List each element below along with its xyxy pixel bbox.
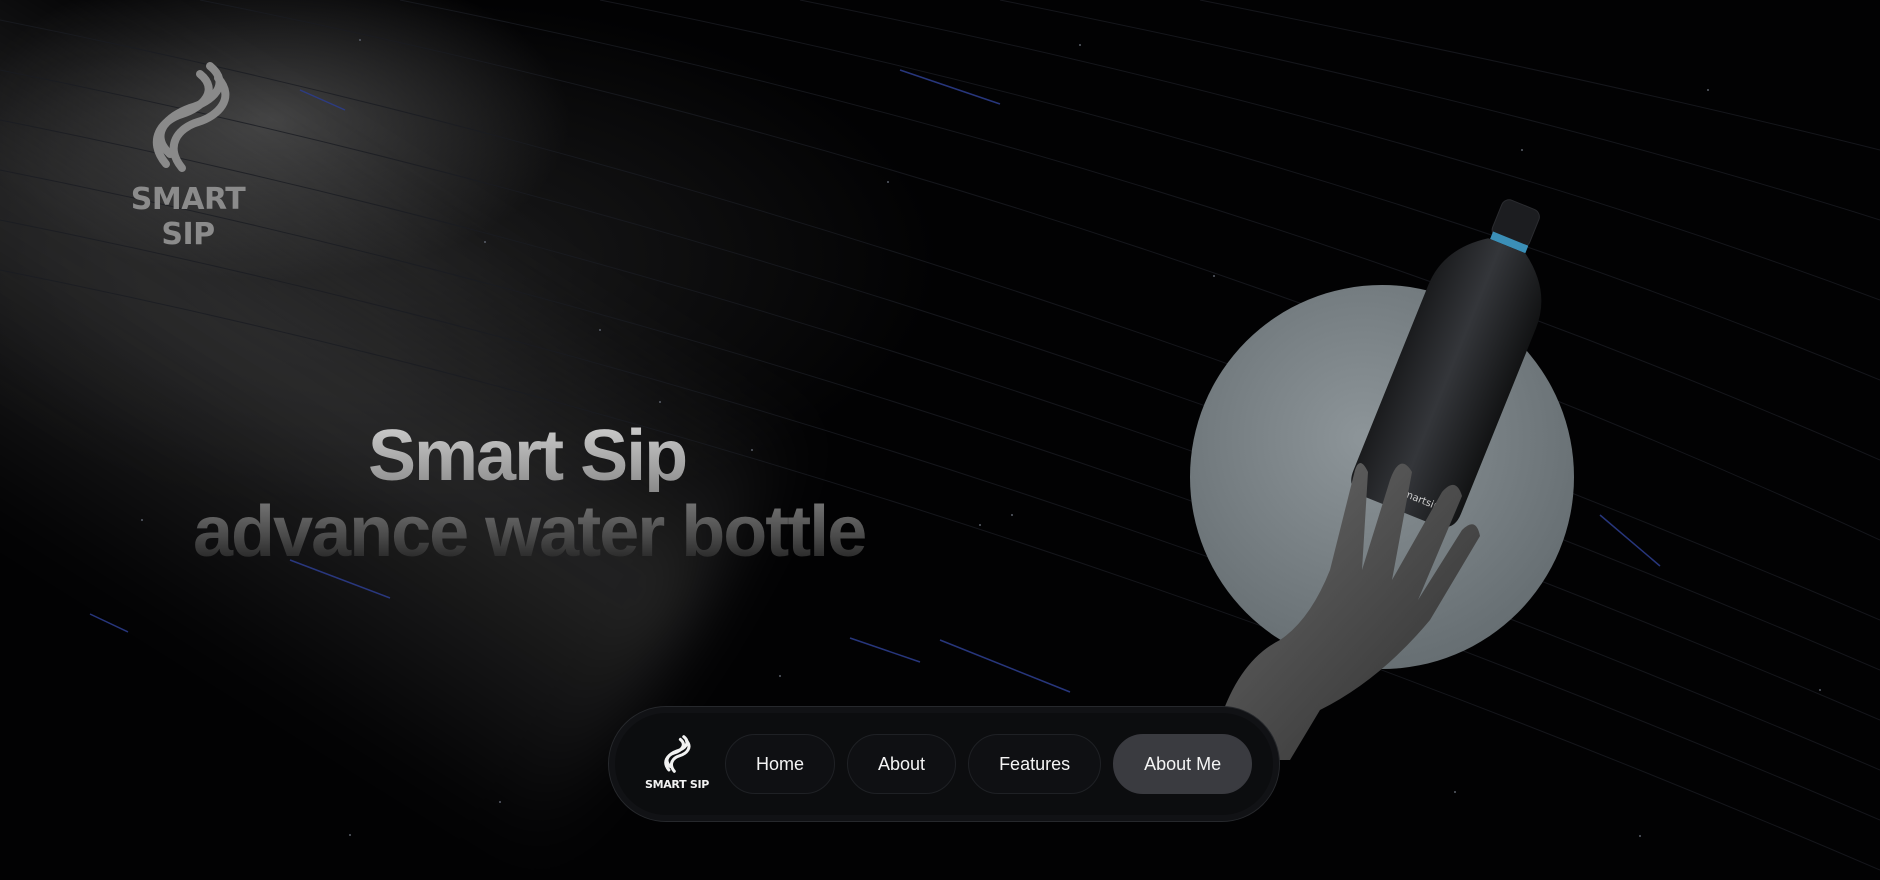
product-visual: smartsip: [1180, 100, 1600, 760]
bottom-navbar: SMART SIP Home About Features About Me: [608, 706, 1280, 822]
nav-about-me-button[interactable]: About Me: [1113, 734, 1253, 794]
smart-sip-logo-icon: [152, 62, 230, 172]
nav-about-button[interactable]: About: [847, 734, 957, 794]
nav-logo-icon: [664, 735, 691, 773]
hero-subtitle: advance water bottle: [193, 492, 867, 572]
water-bottle-image: smartsip: [1210, 199, 1542, 760]
nav-home-button[interactable]: Home: [725, 734, 836, 794]
nav-logo-text: SMART SIP: [644, 778, 710, 791]
hero-title: Smart Sip: [368, 416, 688, 496]
nav-features-button[interactable]: Features: [968, 734, 1102, 794]
water-bottle-icon: smartsip: [1351, 199, 1542, 528]
brand-logo[interactable]: SMART SIP: [108, 58, 268, 252]
nav-logo[interactable]: SMART SIP: [645, 734, 709, 794]
brand-name: SMART SIP: [130, 182, 246, 252]
